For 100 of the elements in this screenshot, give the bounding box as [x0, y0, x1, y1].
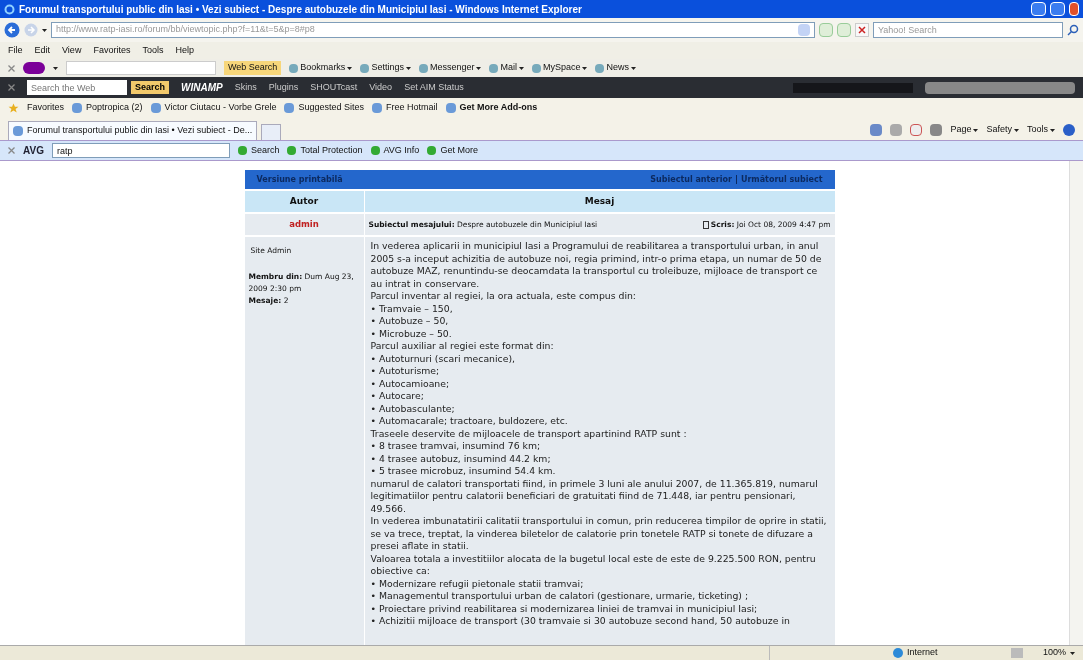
caret-icon — [518, 66, 524, 70]
caret-icon — [476, 66, 482, 70]
favorite-link[interactable]: Victor Ciutacu - Vorbe Grele — [164, 101, 277, 115]
toolbar-item[interactable]: Mail — [500, 61, 517, 75]
stop-icon[interactable] — [855, 23, 869, 37]
post-text: • Autocare; — [370, 390, 425, 403]
toolbar-item-icon[interactable] — [289, 63, 299, 73]
menu-item[interactable]: Edit — [34, 43, 51, 58]
post-text: Parcul inventar al regiei, la ora actuala, este compus din: — [370, 290, 637, 303]
close-icon[interactable] — [8, 147, 15, 154]
post-text: • Achizitii mijloace de transport (30 tramvaie si 30 autobuze second hand, 50 autobuze in — [370, 615, 791, 628]
toolbar-item[interactable]: Skins — [234, 80, 257, 95]
post-text: • Autoturnuri (scari mecanice), — [370, 352, 516, 365]
search-field[interactable]: Yahoo! Search — [873, 22, 1063, 38]
minimize-button[interactable] — [1031, 2, 1046, 16]
caret-icon — [1070, 651, 1075, 655]
page-icon[interactable] — [445, 103, 456, 113]
post-text: • Autocamioane; — [370, 377, 451, 390]
post-text: numarul de calatori transportati fiind, in primele 3 luni ale anului 2007, de 11.365.819, numarul legitimatiilor pentru calatorii beneficiari de gratuitati fiind de 71.448, iar pentru pensionari, 49.566. — [370, 477, 819, 515]
toolbar-item-icon[interactable] — [370, 146, 380, 155]
toolbar-item[interactable]: Search — [250, 143, 280, 158]
menu-item[interactable]: Favorites — [93, 43, 131, 58]
post-text: • Proiectare privind reabilitarea si modernizarea liniei de tramvai in municipiul Iasi; — [370, 602, 759, 615]
toolbar-item[interactable]: Settings — [371, 61, 404, 75]
close-icon[interactable] — [8, 64, 15, 72]
player-controls-drawing[interactable] — [925, 81, 1075, 94]
toolbar-item[interactable]: Plugins — [268, 80, 299, 95]
web-search-button[interactable]: Web Search — [224, 61, 282, 75]
toolbar-item-icon[interactable] — [418, 63, 428, 73]
toolbar-item[interactable]: Get More — [440, 143, 478, 158]
url-text: http://www.ratp-iasi.ro/forum/bb/viewtopic.php?f=11&t=5&p=8#p8 — [56, 23, 316, 37]
page-icon[interactable] — [150, 103, 161, 113]
winamp-logo[interactable]: WINAMP — [181, 80, 223, 95]
toolbar-item-icon[interactable] — [489, 63, 499, 73]
toolbar-item[interactable]: Messenger — [429, 61, 475, 75]
page-icon[interactable] — [72, 103, 82, 113]
star-icon[interactable] — [8, 102, 19, 114]
post-text: • Autobasculante; — [370, 402, 456, 415]
post-text: Traseele deservite de mijloacele de transport apartinind RATP sunt : — [370, 427, 688, 440]
toolbar-item[interactable]: News — [606, 61, 629, 75]
post-text: • Managementul transportului urban de calatori (gestionare, urmarie, ticketing) ; — [370, 590, 750, 603]
post-text: • 8 trasee tramvai, insumind 76 km; — [370, 440, 542, 453]
search-button[interactable]: Search — [131, 80, 170, 95]
command-menu[interactable]: Page — [950, 123, 972, 137]
security-zone: Internet — [906, 646, 938, 660]
toolbar-item[interactable]: Bookmarks — [300, 61, 346, 75]
toolbar-item-icon[interactable] — [287, 146, 297, 155]
menu-item[interactable]: Tools — [142, 43, 164, 58]
toolbar-item[interactable]: Video — [369, 80, 393, 95]
avg-logo[interactable]: AVG — [23, 143, 44, 158]
post-text: In vederea imbunatatirii calitatii transportului in comun, prin reducerea timpilor de oprire in statii, se va trece, treptat, la vinderea biletelor de calatorie prin tonetele RATP si tonete de difuzare a presei aflate in statii. — [370, 515, 828, 553]
menu-item[interactable]: View — [62, 43, 82, 58]
close-icon[interactable] — [8, 84, 15, 91]
yahoo-search-field[interactable] — [66, 61, 216, 75]
caret-icon — [1014, 128, 1019, 132]
toolbar-item[interactable]: Set AIM Status — [404, 80, 464, 95]
column-header: Mesaj — [583, 194, 616, 208]
post-text: • Modernizare refugii pietonale statii tramvai; — [370, 577, 585, 590]
browser-tab[interactable]: Forumul transportului public din Iasi • Vezi subiect - De... — [8, 121, 258, 140]
toolbar-item-icon[interactable] — [360, 63, 370, 73]
scrollbar[interactable] — [1069, 161, 1083, 645]
post-text: Valoarea totala a investitiilor alocata de la bugetul local este de este de 9.225.500 RON, pentru obiective ca: — [370, 552, 817, 578]
favorite-link[interactable]: Get More Add-ons — [459, 101, 538, 115]
command-menu[interactable]: Tools — [1027, 123, 1048, 137]
caret-icon — [582, 66, 588, 70]
page-icon[interactable] — [372, 103, 382, 113]
menu-item[interactable]: Help — [175, 43, 194, 58]
avg-search-field[interactable]: ratp — [51, 143, 230, 158]
menu-item[interactable]: File — [8, 43, 23, 58]
post-text: • Autoturisme; — [370, 365, 441, 378]
favorites-button[interactable]: Favorites — [27, 101, 64, 115]
web-search-field[interactable]: Search the Web — [27, 80, 127, 95]
page-icon[interactable] — [284, 103, 295, 113]
toolbar-item-icon[interactable] — [531, 63, 541, 73]
zoom-level[interactable]: 100% — [1034, 646, 1083, 660]
post-text: • Autobuze – 50, — [370, 315, 450, 328]
toolbar-item[interactable]: MySpace — [542, 61, 581, 75]
toolbar-item[interactable]: SHOUTcast — [310, 80, 358, 95]
command-menu[interactable]: Safety — [986, 123, 1012, 137]
favorite-link[interactable]: Suggested Sites — [298, 101, 364, 115]
toolbar-item-icon[interactable] — [237, 146, 247, 155]
forward-icon[interactable] — [24, 23, 38, 37]
toolbar-item[interactable]: Total Protection — [300, 143, 363, 158]
toolbar-item[interactable]: AVG Info — [383, 143, 420, 158]
favorite-link[interactable]: Free Hotmail — [386, 101, 438, 115]
toolbar-item-icon[interactable] — [595, 63, 605, 73]
post-text: • Automacarale; tractoare, buldozere, etc. — [370, 415, 569, 428]
caret-icon — [1050, 128, 1055, 132]
restore-button[interactable] — [1050, 2, 1065, 16]
browser-logo-icon — [4, 3, 15, 15]
post-text: Parcul auxiliar al regiei este format din: — [370, 340, 555, 353]
search-icon[interactable] — [1067, 24, 1079, 36]
favorite-link[interactable]: Poptropica (2) — [86, 101, 143, 115]
new-tab-button[interactable] — [261, 124, 282, 140]
back-icon[interactable] — [4, 22, 20, 38]
close-button[interactable] — [1069, 2, 1079, 16]
toolbar-item-icon[interactable] — [427, 146, 437, 155]
caret-icon — [631, 66, 636, 70]
page-icon[interactable] — [13, 126, 23, 136]
post-text: In vederea aplicarii in municipiul Iasi a Programului de reabilitarea a transportului urban, in anul 2005 s-a inceput achizitia de autobuze noi, regia primind, intr-o prima etapa, un numar de 50 de autobuze MAZ, renuntindu-se deocamdata la transportul cu troleibuze, mijloace de transport ce au intrat in conservare. — [370, 240, 823, 290]
